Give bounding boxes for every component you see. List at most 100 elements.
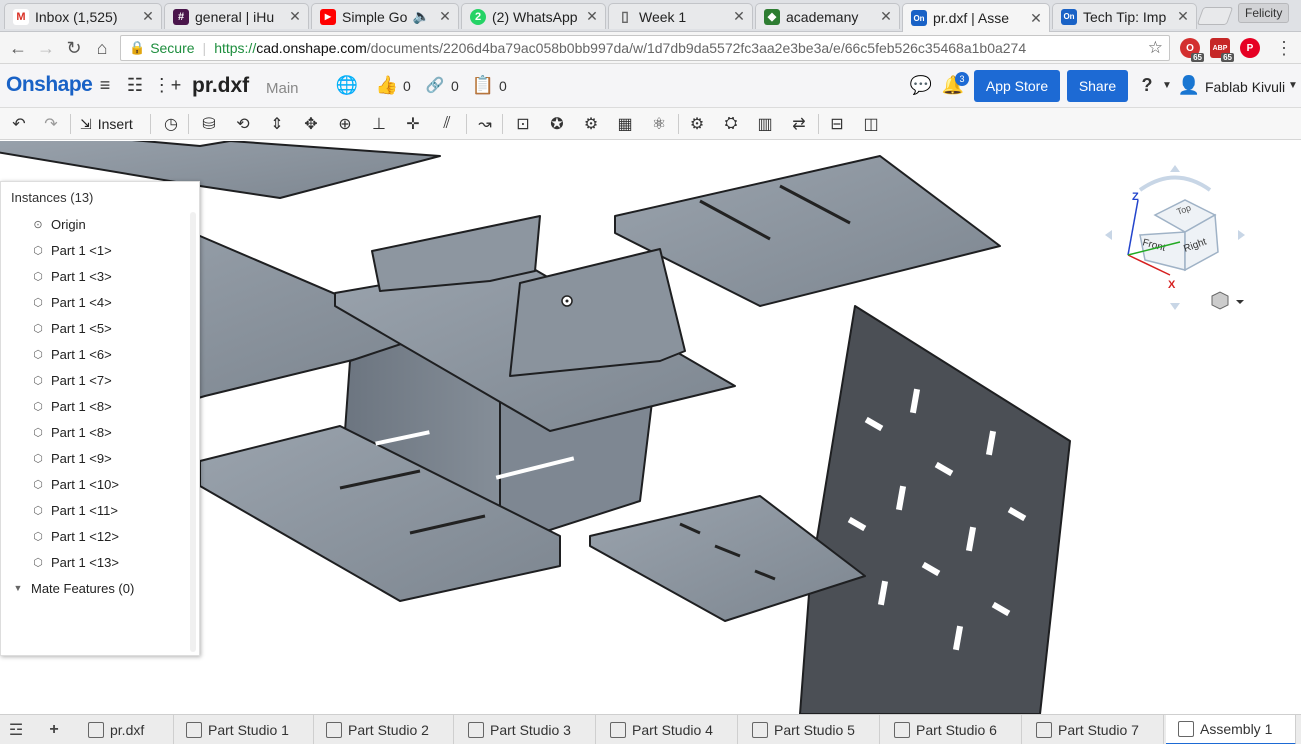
- close-icon[interactable]: ✕: [732, 8, 746, 25]
- like-icon[interactable]: 👍: [376, 74, 398, 96]
- browser-tab-youtube[interactable]: ▶ Simple Go 🔈 ✕: [311, 3, 459, 29]
- tab-manager-icon[interactable]: ☲: [6, 721, 26, 739]
- cylindrical-mate-icon[interactable]: ⊕: [334, 113, 356, 135]
- instance-item[interactable]: ⬡ Part 1 <11>: [31, 500, 118, 520]
- browser-tab-onshape-active[interactable]: On pr.dxf | Asse ✕: [902, 3, 1050, 32]
- browser-tab-gmail[interactable]: M Inbox (1,525) ✕: [4, 3, 162, 29]
- instance-item[interactable]: ⬡ Part 1 <8>: [31, 396, 112, 416]
- slider-mate-icon[interactable]: ⇕: [266, 113, 288, 135]
- forward-icon[interactable]: →: [34, 36, 58, 60]
- tab-part-studio-2[interactable]: Part Studio 2: [314, 715, 454, 744]
- back-icon[interactable]: ←: [6, 36, 30, 60]
- instance-item[interactable]: ⬡ Part 1 <13>: [31, 552, 119, 572]
- revolute-mate-icon[interactable]: ⟲: [232, 113, 254, 135]
- browser-tab-academany[interactable]: ◆ academany ✕: [755, 3, 900, 29]
- linear-relation-icon[interactable]: ⇄: [788, 113, 810, 135]
- instance-list-scrollbar[interactable]: [190, 212, 196, 652]
- help-icon[interactable]: ?: [1136, 74, 1158, 96]
- instance-item[interactable]: ⬡ Part 1 <10>: [31, 474, 119, 494]
- explode-icon[interactable]: ⚛: [648, 113, 670, 135]
- instance-item[interactable]: ⬡ Part 1 <5>: [31, 318, 112, 338]
- rotate-down-arrow[interactable]: [1170, 303, 1180, 310]
- opera-extension-icon[interactable]: O 65: [1180, 38, 1204, 62]
- workspace-branch[interactable]: Main: [266, 80, 299, 97]
- pinterest-icon[interactable]: P: [1240, 38, 1260, 58]
- pattern-icon[interactable]: ▦: [614, 113, 636, 135]
- hamburger-menu-icon[interactable]: ≡: [94, 74, 116, 96]
- feature-list-icon[interactable]: ☷: [124, 74, 146, 96]
- share-button[interactable]: Share: [1067, 70, 1128, 102]
- tab-part-studio-5[interactable]: Part Studio 5: [740, 715, 880, 744]
- browser-tab-week1[interactable]: ▯ Week 1 ✕: [608, 3, 753, 29]
- chevron-down-icon[interactable]: ▼: [11, 581, 25, 595]
- speaker-icon[interactable]: 🔈: [413, 8, 430, 25]
- close-icon[interactable]: ✕: [879, 8, 893, 25]
- link-icon[interactable]: 🔗: [424, 74, 446, 96]
- onshape-logo[interactable]: Onshape: [6, 73, 93, 97]
- planar-mate-icon[interactable]: ✥: [300, 113, 322, 135]
- close-icon[interactable]: ✕: [438, 8, 452, 25]
- copy-icon[interactable]: 📋: [472, 74, 494, 96]
- tangent-mate-icon[interactable]: ↝: [474, 113, 496, 135]
- close-icon[interactable]: ✕: [288, 8, 302, 25]
- undo-icon[interactable]: ↶: [8, 113, 30, 135]
- adblock-extension-icon[interactable]: ABP 65: [1210, 38, 1234, 62]
- tab-part-studio-3[interactable]: Part Studio 3: [456, 715, 596, 744]
- view-cube[interactable]: Top Front Right Z X: [1100, 160, 1250, 320]
- instance-item[interactable]: ⬡ Part 1 <9>: [31, 448, 112, 468]
- instance-origin[interactable]: ⊙ Origin: [31, 214, 85, 234]
- history-icon[interactable]: ◷: [160, 113, 182, 135]
- reload-icon[interactable]: ↻: [62, 36, 86, 60]
- new-tab-button[interactable]: [1196, 7, 1234, 25]
- browser-tab-techtip[interactable]: On Tech Tip: Imp ✕: [1052, 3, 1197, 29]
- rotate-left-arrow[interactable]: [1105, 230, 1112, 240]
- profile-button[interactable]: Felicity: [1238, 3, 1290, 23]
- app-store-button[interactable]: App Store: [974, 70, 1060, 102]
- browser-menu-icon[interactable]: ⋮: [1272, 36, 1296, 60]
- user-name[interactable]: Fablab Kivuli: [1205, 79, 1285, 95]
- pin-slot-mate-icon[interactable]: ⊥: [368, 113, 390, 135]
- redo-icon[interactable]: ↷: [40, 113, 62, 135]
- instance-item[interactable]: ⬡ Part 1 <7>: [31, 370, 112, 390]
- browser-tab-whatsapp[interactable]: 2 (2) WhatsApp ✕: [461, 3, 606, 29]
- tab-pr-dxf[interactable]: pr.dxf: [76, 715, 174, 744]
- instance-item[interactable]: ⬡ Part 1 <4>: [31, 292, 112, 312]
- rotate-arc-top[interactable]: [1138, 175, 1212, 192]
- user-avatar-icon[interactable]: 👤: [1178, 74, 1200, 96]
- chevron-down-icon[interactable]: ▼: [1282, 74, 1301, 96]
- group-icon[interactable]: ⊡: [512, 113, 534, 135]
- close-icon[interactable]: ✕: [1029, 10, 1043, 27]
- tab-part-studio-6[interactable]: Part Studio 6: [882, 715, 1022, 744]
- panel-right-dark[interactable]: [799, 305, 1071, 714]
- tab-part-studio-4[interactable]: Part Studio 4: [598, 715, 738, 744]
- fastened-mate-icon[interactable]: ⛁: [198, 113, 220, 135]
- address-bar[interactable]: 🔒 Secure | https:// cad.onshape.com /doc…: [120, 35, 1170, 61]
- view-options-cube-icon[interactable]: [1211, 291, 1244, 310]
- tab-part-studio-1[interactable]: Part Studio 1: [174, 715, 314, 744]
- panel-top-right[interactable]: [614, 155, 1001, 307]
- instance-item[interactable]: ⬡ Part 1 <3>: [31, 266, 112, 286]
- document-name[interactable]: pr.dxf: [192, 74, 249, 98]
- tab-part-studio-7[interactable]: Part Studio 7: [1024, 715, 1164, 744]
- rack-pinion-icon[interactable]: ⛭: [720, 113, 742, 135]
- mate-connector-icon[interactable]: ✪: [546, 113, 568, 135]
- insert-button[interactable]: ⇲ Insert: [80, 113, 133, 135]
- parallel-mate-icon[interactable]: ⫽: [436, 113, 458, 135]
- mate-features-group[interactable]: ▼ Mate Features (0): [11, 578, 135, 598]
- instance-item[interactable]: ⬡ Part 1 <6>: [31, 344, 112, 364]
- tab-assembly-1[interactable]: Assembly 1: [1166, 715, 1296, 744]
- close-icon[interactable]: ✕: [141, 8, 155, 25]
- globe-icon[interactable]: 🌐: [336, 74, 358, 96]
- screw-relation-icon[interactable]: ▥: [754, 113, 776, 135]
- measure-icon[interactable]: ⊟: [826, 113, 848, 135]
- add-tab-button[interactable]: +: [44, 721, 64, 739]
- chevron-down-icon[interactable]: ▼: [1156, 74, 1178, 96]
- instances-heading[interactable]: Instances (13): [11, 190, 93, 205]
- instance-item[interactable]: ⬡ Part 1 <12>: [31, 526, 119, 546]
- bookmark-star-icon[interactable]: ☆: [1148, 38, 1163, 58]
- close-icon[interactable]: ✕: [1176, 8, 1190, 25]
- home-icon[interactable]: ⌂: [90, 36, 114, 60]
- instance-item[interactable]: ⬡ Part 1 <8>: [31, 422, 112, 442]
- relation-icon[interactable]: ⚙: [580, 113, 602, 135]
- rotate-right-arrow[interactable]: [1238, 230, 1245, 240]
